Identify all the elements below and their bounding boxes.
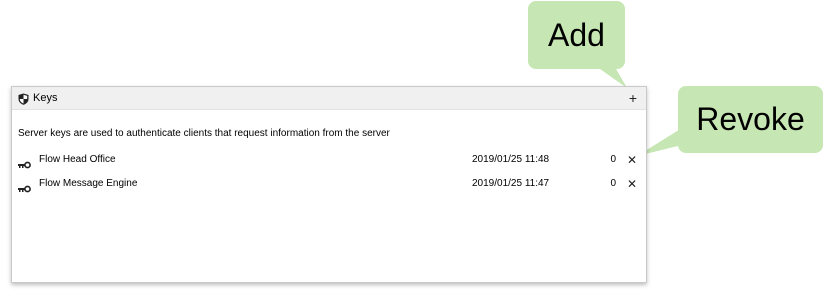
key-row: Flow Head Office 2019/01/25 11:48 0 ✕ [12, 153, 646, 169]
key-name: Flow Message Engine [39, 178, 138, 189]
panel-description: Server keys are used to authenticate cli… [18, 128, 390, 139]
key-date: 2019/01/25 11:47 [472, 178, 550, 189]
add-callout: Add [528, 1, 625, 69]
key-usage-count: 0 [610, 178, 616, 189]
key-name: Flow Head Office [39, 154, 116, 165]
panel-header: Keys + [12, 87, 646, 110]
key-icon [18, 156, 31, 169]
key-row: Flow Message Engine 2019/01/25 11:47 0 ✕ [12, 177, 646, 193]
revoke-key-button[interactable]: ✕ [625, 152, 639, 168]
key-usage-count: 0 [610, 154, 616, 165]
key-icon [18, 180, 31, 193]
panel-title: Keys [33, 92, 58, 104]
revoke-callout-label: Revoke [696, 101, 805, 137]
key-date: 2019/01/25 11:48 [472, 154, 550, 165]
shield-icon [18, 92, 29, 105]
stage: Add Revoke Keys + Server keys are used t… [0, 0, 827, 294]
keys-panel: Keys + Server keys are used to authentic… [11, 86, 647, 283]
add-callout-label: Add [548, 16, 605, 53]
add-key-button[interactable]: + [626, 90, 640, 106]
revoke-key-button[interactable]: ✕ [625, 176, 639, 192]
revoke-callout: Revoke [678, 86, 823, 153]
